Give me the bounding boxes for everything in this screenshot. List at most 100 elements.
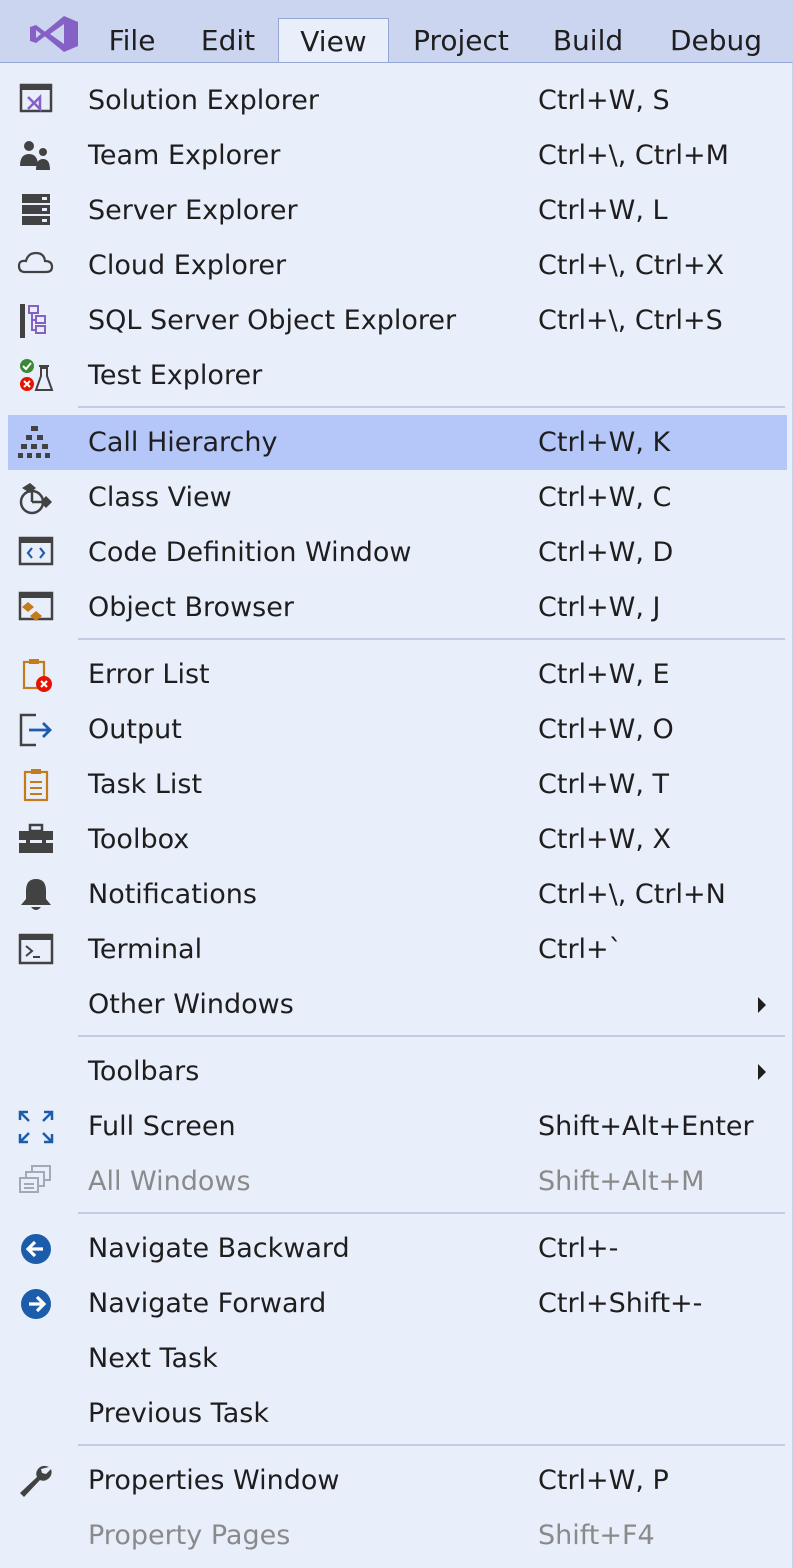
- menu-item-terminal[interactable]: Terminal Ctrl+`: [8, 922, 787, 977]
- menu-item-toolbars[interactable]: Toolbars: [8, 1044, 787, 1099]
- menu-item-navigate-forward[interactable]: Navigate Forward Ctrl+Shift+-: [8, 1276, 787, 1331]
- menu-item-label: Cloud Explorer: [88, 250, 287, 281]
- menu-item-label: Server Explorer: [88, 195, 298, 226]
- menu-item-label: Team Explorer: [88, 140, 281, 171]
- menu-item-shortcut: Ctrl+W, S: [538, 85, 670, 116]
- menu-item-shortcut: Ctrl+\, Ctrl+N: [538, 879, 726, 910]
- menu-separator: [78, 1212, 785, 1214]
- menu-item-shortcut: Ctrl+W, O: [538, 714, 674, 745]
- menu-view[interactable]: View: [278, 18, 389, 64]
- menu-item-test-explorer[interactable]: Test Explorer: [8, 348, 787, 403]
- terminal-icon: [16, 932, 56, 968]
- menu-item-label: Error List: [88, 659, 210, 690]
- menu-item-shortcut: Shift+Alt+Enter: [538, 1111, 754, 1142]
- menu-separator: [78, 638, 785, 640]
- menu-item-all-windows: All Windows Shift+Alt+M: [8, 1154, 787, 1209]
- menu-item-shortcut: Shift+F4: [538, 1520, 655, 1551]
- menu-item-label: Test Explorer: [88, 360, 263, 391]
- menu-item-full-screen[interactable]: Full Screen Shift+Alt+Enter: [8, 1099, 787, 1154]
- menu-item-label: All Windows: [88, 1166, 251, 1197]
- menu-item-label: Full Screen: [88, 1111, 236, 1142]
- menu-item-shortcut: Ctrl+W, K: [538, 427, 671, 458]
- menu-item-label: Property Pages: [88, 1520, 291, 1551]
- menu-separator: [78, 1444, 785, 1446]
- sql-server-object-explorer-icon: [16, 303, 56, 339]
- menu-item-label: Other Windows: [88, 989, 294, 1020]
- navigate-backward-icon: [16, 1231, 56, 1267]
- menu-item-label: SQL Server Object Explorer: [88, 305, 457, 336]
- menu-item-label: Task List: [88, 769, 203, 800]
- server-explorer-icon: [16, 193, 56, 229]
- menu-debug[interactable]: Debug: [660, 18, 772, 64]
- menu-item-output[interactable]: Output Ctrl+W, O: [8, 702, 787, 757]
- menu-item-shortcut: Ctrl+W, C: [538, 482, 672, 513]
- error-list-icon: [16, 657, 56, 693]
- menu-project[interactable]: Project: [405, 18, 517, 64]
- menu-item-object-browser[interactable]: Object Browser Ctrl+W, J: [8, 580, 787, 635]
- menu-item-label: Previous Task: [88, 1398, 269, 1429]
- menu-item-navigate-backward[interactable]: Navigate Backward Ctrl+-: [8, 1221, 787, 1276]
- menu-item-shortcut: Shift+Alt+M: [538, 1166, 705, 1197]
- menu-item-label: Next Task: [88, 1343, 218, 1374]
- call-hierarchy-icon: [16, 425, 56, 461]
- menu-item-shortcut: Ctrl+Shift+-: [538, 1288, 703, 1319]
- menu-item-shortcut: Ctrl+W, P: [538, 1465, 669, 1496]
- wrench-icon: [16, 1463, 56, 1499]
- menu-item-label: Call Hierarchy: [88, 427, 278, 458]
- team-explorer-icon: [16, 138, 56, 174]
- menu-item-task-list[interactable]: Task List Ctrl+W, T: [8, 757, 787, 812]
- menu-item-properties-window[interactable]: Properties Window Ctrl+W, P: [8, 1453, 787, 1508]
- menu-item-call-hierarchy[interactable]: Call Hierarchy Ctrl+W, K: [8, 415, 787, 470]
- menu-item-shortcut: Ctrl+W, J: [538, 592, 661, 623]
- menu-item-label: Class View: [88, 482, 232, 513]
- menu-item-shortcut: Ctrl+\, Ctrl+M: [538, 140, 729, 171]
- menu-bar: File Edit View Project Build Debug: [0, 0, 793, 64]
- menu-item-shortcut: Ctrl+W, L: [538, 195, 668, 226]
- solution-explorer-icon: [16, 83, 56, 119]
- menu-item-team-explorer[interactable]: Team Explorer Ctrl+\, Ctrl+M: [8, 128, 787, 183]
- menu-item-label: Notifications: [88, 879, 257, 910]
- menu-item-shortcut: Ctrl+\, Ctrl+X: [538, 250, 725, 281]
- menu-item-label: Navigate Backward: [88, 1233, 350, 1264]
- all-windows-icon: [16, 1164, 56, 1200]
- bell-icon: [16, 877, 56, 913]
- menu-item-class-view[interactable]: Class View Ctrl+W, C: [8, 470, 787, 525]
- toolbox-icon: [16, 822, 56, 858]
- menu-item-shortcut: Ctrl+W, X: [538, 824, 672, 855]
- submenu-arrow-icon: [756, 1064, 768, 1080]
- menu-item-error-list[interactable]: Error List Ctrl+W, E: [8, 647, 787, 702]
- menu-item-shortcut: Ctrl+-: [538, 1233, 619, 1264]
- menu-item-label: Properties Window: [88, 1465, 340, 1496]
- output-icon: [16, 712, 56, 748]
- menu-item-next-task[interactable]: Next Task: [8, 1331, 787, 1386]
- test-explorer-icon: [16, 358, 56, 394]
- menu-item-solution-explorer[interactable]: Solution Explorer Ctrl+W, S: [8, 73, 787, 128]
- menu-item-label: Navigate Forward: [88, 1288, 327, 1319]
- menu-item-shortcut: Ctrl+\, Ctrl+S: [538, 305, 723, 336]
- menu-item-toolbox[interactable]: Toolbox Ctrl+W, X: [8, 812, 787, 867]
- menu-item-label: Terminal: [88, 934, 203, 965]
- menu-item-notifications[interactable]: Notifications Ctrl+\, Ctrl+N: [8, 867, 787, 922]
- visual-studio-logo-icon[interactable]: [26, 14, 80, 68]
- menu-item-shortcut: Ctrl+`: [538, 934, 623, 965]
- menu-item-label: Solution Explorer: [88, 85, 319, 116]
- cloud-icon: [16, 248, 56, 284]
- object-browser-icon: [16, 590, 56, 626]
- menu-item-sql-server-object-explorer[interactable]: SQL Server Object Explorer Ctrl+\, Ctrl+…: [8, 293, 787, 348]
- menu-item-shortcut: Ctrl+W, T: [538, 769, 670, 800]
- navigate-forward-icon: [16, 1286, 56, 1322]
- menu-item-shortcut: Ctrl+W, E: [538, 659, 670, 690]
- menu-item-property-pages: Property Pages Shift+F4: [8, 1508, 787, 1563]
- menu-build[interactable]: Build: [545, 18, 631, 64]
- menu-item-other-windows[interactable]: Other Windows: [8, 977, 787, 1032]
- menu-item-cloud-explorer[interactable]: Cloud Explorer Ctrl+\, Ctrl+X: [8, 238, 787, 293]
- task-list-icon: [16, 767, 56, 803]
- menu-file[interactable]: File: [98, 18, 166, 64]
- menu-item-label: Toolbox: [88, 824, 190, 855]
- menu-item-server-explorer[interactable]: Server Explorer Ctrl+W, L: [8, 183, 787, 238]
- menu-item-previous-task[interactable]: Previous Task: [8, 1386, 787, 1441]
- menu-item-label: Toolbars: [88, 1056, 200, 1087]
- menu-edit[interactable]: Edit: [192, 18, 264, 64]
- menu-item-code-definition-window[interactable]: Code Definition Window Ctrl+W, D: [8, 525, 787, 580]
- view-menu-dropdown: Solution Explorer Ctrl+W, S Team Explore…: [0, 62, 793, 1568]
